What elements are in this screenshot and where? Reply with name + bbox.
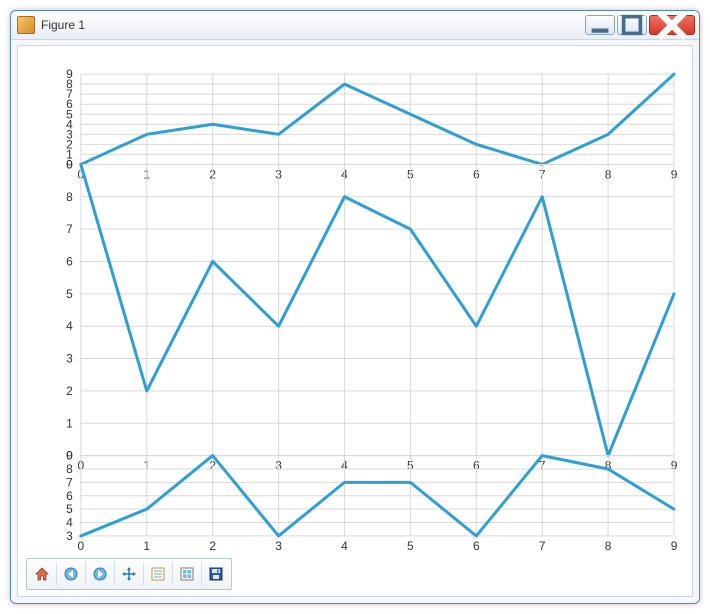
y-tick-label: 9 bbox=[66, 67, 73, 81]
figure-window: Figure 1 0123456789012345678901234567890… bbox=[10, 10, 700, 604]
chart-canvas: 0123456789012345678901234567890123456789… bbox=[26, 54, 684, 556]
y-tick-label: 7 bbox=[66, 222, 73, 236]
x-tick-label: 4 bbox=[341, 539, 348, 553]
y-tick-label: 5 bbox=[66, 287, 73, 301]
titlebar: Figure 1 bbox=[11, 11, 699, 40]
series-line bbox=[81, 164, 674, 455]
series-line bbox=[81, 74, 674, 164]
matplotlib-toolbar bbox=[26, 558, 232, 590]
x-tick-label: 9 bbox=[671, 539, 678, 553]
maximize-button[interactable] bbox=[617, 15, 647, 35]
x-tick-label: 3 bbox=[275, 539, 282, 553]
minimize-button[interactable] bbox=[585, 15, 615, 35]
save-button[interactable] bbox=[202, 562, 230, 586]
y-tick-label: 4 bbox=[66, 319, 73, 333]
y-tick-label: 9 bbox=[66, 449, 73, 463]
x-tick-label: 6 bbox=[473, 539, 480, 553]
x-tick-label: 2 bbox=[209, 539, 216, 553]
y-tick-label: 5 bbox=[66, 502, 73, 516]
x-tick-label: 1 bbox=[143, 539, 150, 553]
y-tick-label: 6 bbox=[66, 254, 73, 268]
y-tick-label: 1 bbox=[66, 416, 73, 430]
subplot-2[interactable]: 34567890123456789 bbox=[66, 449, 677, 553]
subplot-1[interactable]: 01234567890123456789 bbox=[66, 157, 677, 472]
x-tick-label: 0 bbox=[78, 539, 85, 553]
close-button[interactable] bbox=[649, 15, 695, 35]
y-tick-label: 2 bbox=[66, 384, 73, 398]
forward-button[interactable] bbox=[86, 562, 115, 586]
pan-button[interactable] bbox=[115, 562, 144, 586]
plot-area: 0123456789012345678901234567890123456789… bbox=[26, 54, 684, 556]
window-title: Figure 1 bbox=[41, 18, 585, 32]
y-tick-label: 7 bbox=[66, 475, 73, 489]
back-button[interactable] bbox=[57, 562, 86, 586]
zoom-button[interactable] bbox=[144, 562, 173, 586]
subplots-button[interactable] bbox=[173, 562, 202, 586]
x-tick-label: 7 bbox=[539, 539, 546, 553]
x-tick-label: 8 bbox=[605, 539, 612, 553]
y-tick-label: 8 bbox=[66, 462, 73, 476]
y-tick-label: 4 bbox=[66, 516, 73, 530]
home-button[interactable] bbox=[28, 562, 57, 586]
x-tick-label: 5 bbox=[407, 539, 414, 553]
client-area: 0123456789012345678901234567890123456789… bbox=[17, 45, 693, 597]
y-tick-label: 3 bbox=[66, 352, 73, 366]
app-icon bbox=[17, 16, 35, 34]
y-tick-label: 9 bbox=[66, 157, 73, 171]
y-tick-label: 6 bbox=[66, 489, 73, 503]
y-tick-label: 3 bbox=[66, 529, 73, 543]
y-tick-label: 8 bbox=[66, 190, 73, 204]
